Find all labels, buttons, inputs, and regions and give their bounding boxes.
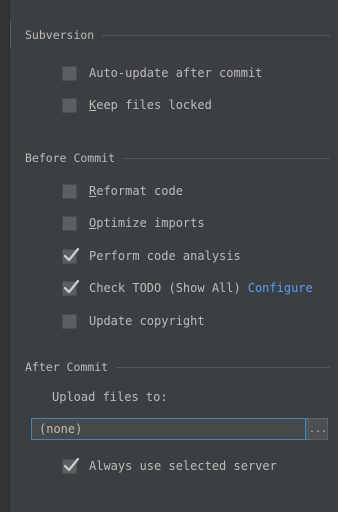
before-commit-title: Before Commit: [25, 151, 116, 165]
auto-update-label: Auto-update after commit: [89, 66, 263, 80]
section-divider: [102, 34, 330, 36]
always-use-server-checkbox-row[interactable]: Always use selected server: [62, 457, 277, 475]
perform-code-analysis-checkbox-row[interactable]: Perform code analysis: [62, 247, 241, 265]
checkmark-icon: [63, 457, 80, 471]
perform-code-analysis-checkbox[interactable]: [62, 247, 80, 264]
update-copyright-label: Update copyright: [89, 314, 205, 328]
section-divider: [123, 157, 330, 159]
subversion-section-header: Subversion: [25, 27, 330, 43]
reformat-code-checkbox-row[interactable]: Reformat code: [62, 182, 183, 200]
keep-files-locked-checkbox[interactable]: [62, 97, 77, 113]
after-commit-section-header: After Commit: [25, 359, 330, 375]
upload-files-label: Upload files to:: [52, 390, 168, 404]
check-todo-checkbox-row[interactable]: Check TODO (Show All) Configure: [62, 279, 313, 297]
update-copyright-checkbox-row[interactable]: Update copyright: [62, 312, 205, 330]
check-todo-checkbox[interactable]: [62, 279, 80, 296]
browse-servers-button[interactable]: ...: [308, 418, 328, 440]
reformat-code-label: Reformat code: [89, 184, 183, 198]
always-use-server-checkbox[interactable]: [62, 457, 80, 474]
configure-link[interactable]: Configure: [248, 281, 313, 295]
update-copyright-checkbox[interactable]: [62, 313, 77, 329]
checkmark-icon: [63, 279, 80, 293]
always-use-server-label: Always use selected server: [89, 459, 277, 473]
upload-server-combobox[interactable]: (none): [31, 418, 328, 442]
perform-code-analysis-label: Perform code analysis: [89, 249, 241, 263]
auto-update-checkbox[interactable]: [62, 65, 77, 81]
check-todo-label: Check TODO (Show All): [89, 281, 241, 295]
upload-server-value[interactable]: (none): [31, 418, 306, 440]
keep-files-locked-label: Keep files locked: [89, 98, 212, 112]
panel-splitter[interactable]: [10, 22, 13, 48]
optimize-imports-checkbox[interactable]: [62, 215, 77, 231]
optimize-imports-label: Optimize imports: [89, 216, 205, 230]
before-commit-section-header: Before Commit: [25, 150, 330, 166]
checkmark-icon: [63, 247, 80, 261]
section-divider: [116, 366, 330, 368]
keep-files-locked-checkbox-row[interactable]: Keep files locked: [62, 96, 212, 114]
subversion-title: Subversion: [25, 28, 95, 42]
left-panel-rail: [0, 0, 10, 512]
auto-update-checkbox-row[interactable]: Auto-update after commit: [62, 64, 262, 82]
optimize-imports-checkbox-row[interactable]: Optimize imports: [62, 214, 205, 232]
after-commit-title: After Commit: [25, 360, 109, 374]
reformat-code-checkbox[interactable]: [62, 183, 77, 199]
